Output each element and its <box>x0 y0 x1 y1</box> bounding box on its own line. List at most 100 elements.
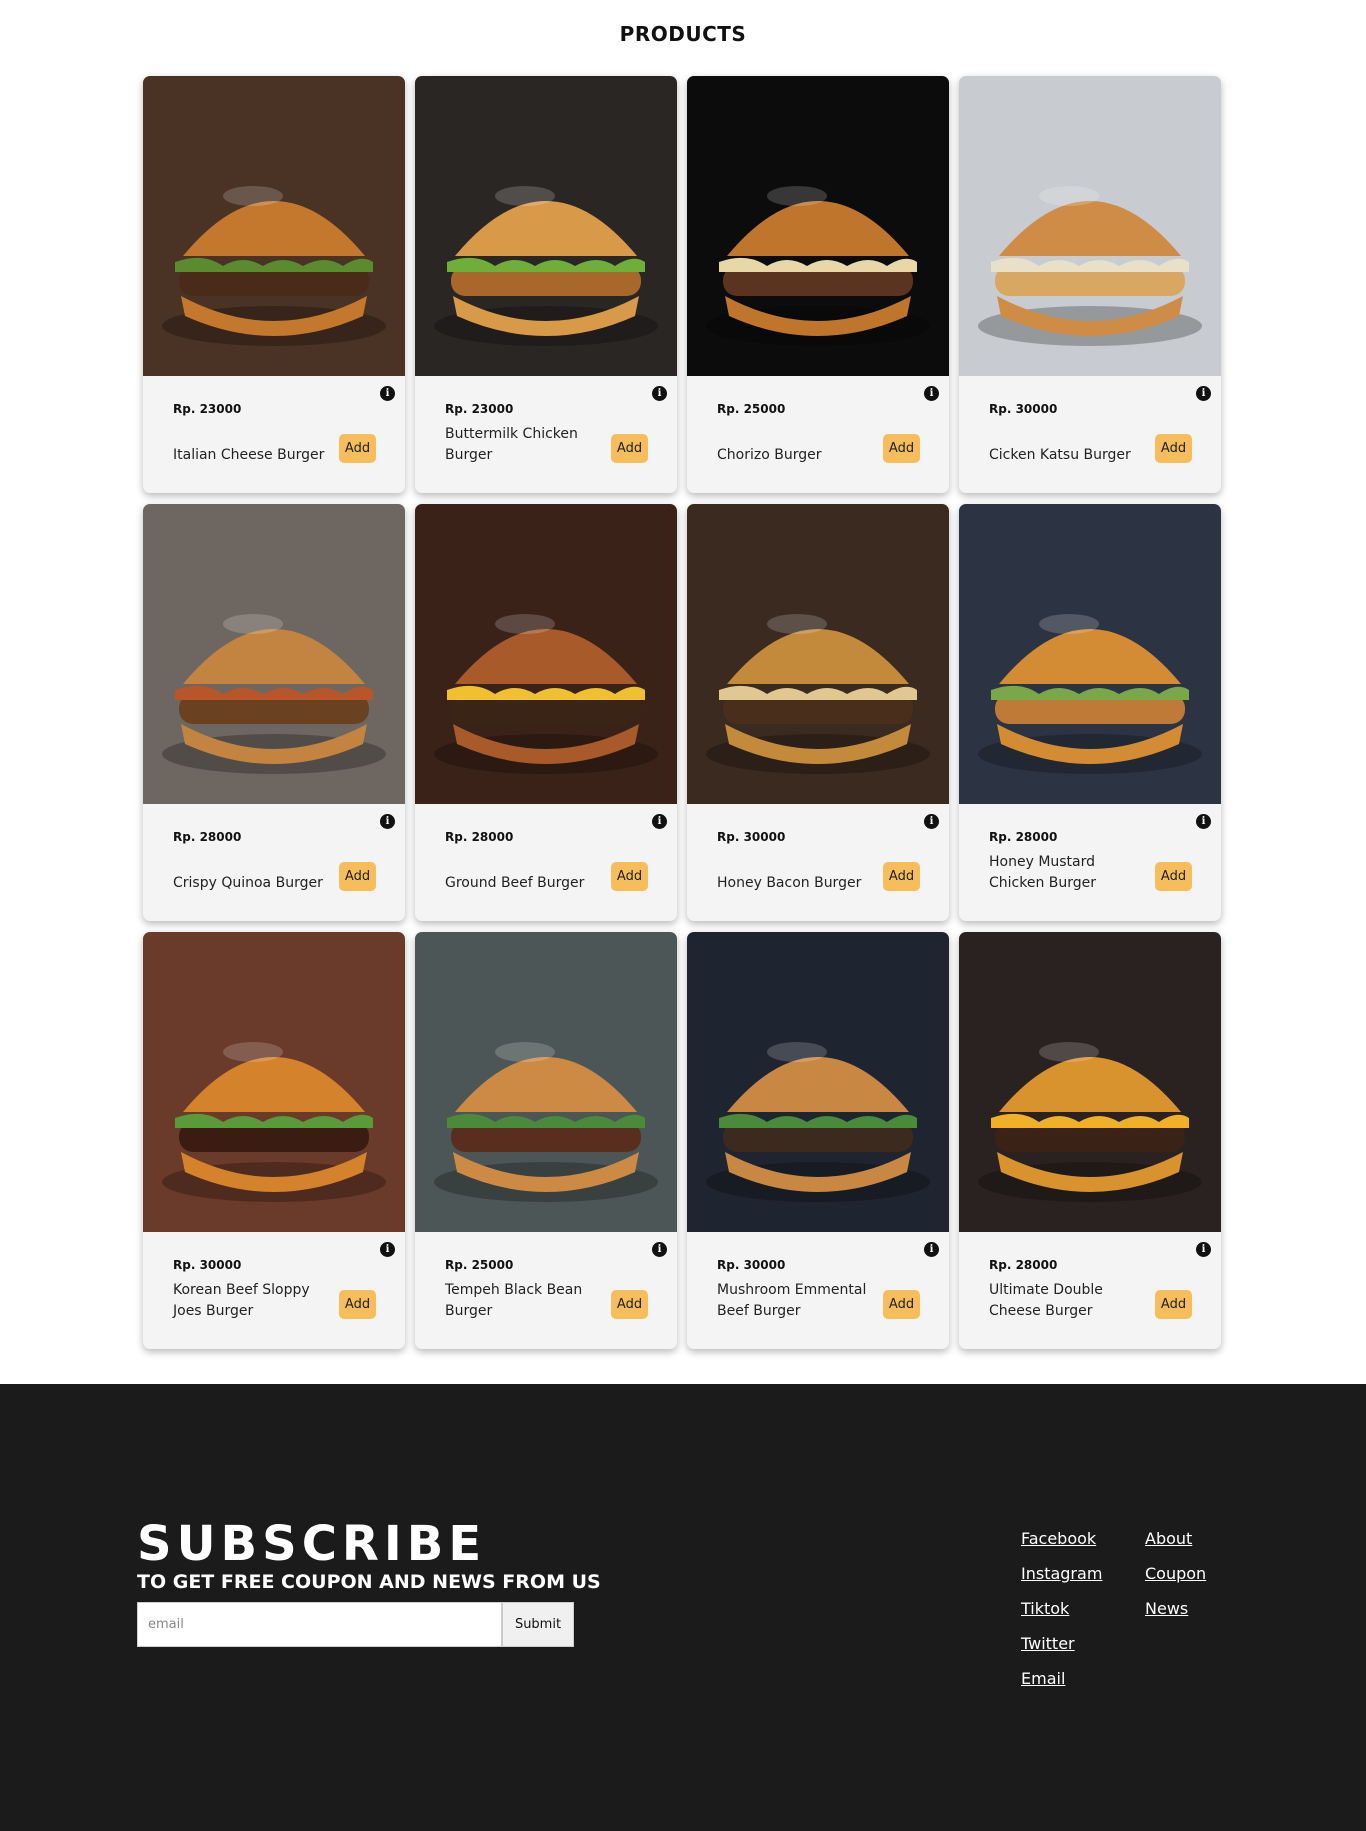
product-card: i Rp. 30000 Honey Bacon Burger Add <box>687 504 949 921</box>
product-card: i Rp. 30000 Mushroom Emmental Beef Burge… <box>687 932 949 1349</box>
add-to-cart-button[interactable]: Add <box>883 434 920 463</box>
product-name: Italian Cheese Burger <box>173 447 325 463</box>
product-name: Tempeh Black Bean Burger <box>445 1282 583 1319</box>
product-name: Ground Beef Burger <box>445 875 585 891</box>
add-to-cart-button[interactable]: Add <box>611 862 648 891</box>
subscribe-title: SUBSCRIBE <box>137 1516 487 1572</box>
info-icon[interactable]: i <box>380 386 395 401</box>
burger-image <box>959 932 1221 1232</box>
product-name: Korean Beef Sloppy Joes Burger <box>173 1282 310 1319</box>
footer-link[interactable]: Facebook <box>1021 1528 1102 1550</box>
card-body: Rp. 30000 Mushroom Emmental Beef Burger <box>717 1248 877 1328</box>
info-icon[interactable]: i <box>652 814 667 829</box>
product-card: i Rp. 23000 Buttermilk Chicken Burger Ad… <box>415 76 677 493</box>
burger-image <box>415 76 677 376</box>
card-body: Rp. 30000 Cicken Katsu Burger <box>989 392 1149 472</box>
burger-image <box>415 504 677 804</box>
product-card: i Rp. 28000 Ultimate Double Cheese Burge… <box>959 932 1221 1349</box>
card-body: Rp. 30000 Korean Beef Sloppy Joes Burger <box>173 1248 333 1328</box>
product-card: i Rp. 30000 Cicken Katsu Burger Add <box>959 76 1221 493</box>
subscribe-subtitle: TO GET FREE COUPON AND NEWS FROM US <box>137 1571 601 1593</box>
info-icon[interactable]: i <box>380 1242 395 1257</box>
email-input[interactable] <box>137 1602 502 1647</box>
footer-link[interactable]: Twitter <box>1021 1633 1102 1655</box>
info-icon[interactable]: i <box>924 1242 939 1257</box>
card-body: Rp. 23000 Buttermilk Chicken Burger <box>445 392 605 472</box>
footer-link[interactable]: Tiktok <box>1021 1598 1102 1620</box>
footer-link[interactable]: News <box>1145 1598 1206 1620</box>
add-to-cart-button[interactable]: Add <box>883 862 920 891</box>
product-name: Honey Bacon Burger <box>717 875 862 891</box>
add-to-cart-button[interactable]: Add <box>1155 434 1192 463</box>
info-icon[interactable]: i <box>652 1242 667 1257</box>
footer-link[interactable]: About <box>1145 1528 1206 1550</box>
product-price: Rp. 23000 <box>173 402 242 416</box>
info-icon[interactable]: i <box>380 814 395 829</box>
product-name: Cicken Katsu Burger <box>989 447 1131 463</box>
add-to-cart-button[interactable]: Add <box>339 1290 376 1319</box>
burger-image <box>687 504 949 804</box>
product-card: i Rp. 25000 Chorizo Burger Add <box>687 76 949 493</box>
product-card: i Rp. 23000 Italian Cheese Burger Add <box>143 76 405 493</box>
card-body: Rp. 30000 Honey Bacon Burger <box>717 820 877 900</box>
footer-links-info: About Coupon News <box>1145 1528 1206 1620</box>
info-icon[interactable]: i <box>924 814 939 829</box>
product-name: Ultimate Double Cheese Burger <box>989 1282 1103 1319</box>
info-icon[interactable]: i <box>1196 386 1211 401</box>
info-icon[interactable]: i <box>924 386 939 401</box>
product-price: Rp. 25000 <box>445 1258 514 1272</box>
info-icon[interactable]: i <box>1196 814 1211 829</box>
products-title: PRODUCTS <box>619 22 747 46</box>
product-name: Mushroom Emmental Beef Burger <box>717 1282 867 1319</box>
products-section: PRODUCTS i Rp. 23000 Italian Cheese Burg… <box>0 0 1366 1384</box>
add-to-cart-button[interactable]: Add <box>339 434 376 463</box>
subscribe-form: Submit <box>137 1602 574 1647</box>
product-card: i Rp. 30000 Korean Beef Sloppy Joes Burg… <box>143 932 405 1349</box>
product-card: i Rp. 28000 Honey Mustard Chicken Burger… <box>959 504 1221 921</box>
product-name: Buttermilk Chicken Burger <box>445 426 578 463</box>
footer-link[interactable]: Instagram <box>1021 1563 1102 1585</box>
product-name: Crispy Quinoa Burger <box>173 875 323 891</box>
card-body: Rp. 28000 Crispy Quinoa Burger <box>173 820 333 900</box>
product-card: i Rp. 28000 Ground Beef Burger Add <box>415 504 677 921</box>
product-card: i Rp. 28000 Crispy Quinoa Burger Add <box>143 504 405 921</box>
footer-link[interactable]: Coupon <box>1145 1563 1206 1585</box>
add-to-cart-button[interactable]: Add <box>339 862 376 891</box>
burger-image <box>959 76 1221 376</box>
product-name: Chorizo Burger <box>717 447 822 463</box>
product-price: Rp. 30000 <box>717 830 786 844</box>
add-to-cart-button[interactable]: Add <box>611 1290 648 1319</box>
burger-image <box>143 504 405 804</box>
add-to-cart-button[interactable]: Add <box>883 1290 920 1319</box>
product-price: Rp. 25000 <box>717 402 786 416</box>
info-icon[interactable]: i <box>1196 1242 1211 1257</box>
footer-links-social: Facebook Instagram Tiktok Twitter Email <box>1021 1528 1102 1690</box>
info-icon[interactable]: i <box>652 386 667 401</box>
card-body: Rp. 25000 Tempeh Black Bean Burger <box>445 1248 605 1328</box>
card-body: Rp. 28000 Ultimate Double Cheese Burger <box>989 1248 1149 1328</box>
add-to-cart-button[interactable]: Add <box>1155 862 1192 891</box>
footer-link[interactable]: Email <box>1021 1668 1102 1690</box>
product-grid: i Rp. 23000 Italian Cheese Burger Add i … <box>143 76 1223 1349</box>
product-price: Rp. 23000 <box>445 402 514 416</box>
card-body: Rp. 28000 Ground Beef Burger <box>445 820 605 900</box>
card-body: Rp. 25000 Chorizo Burger <box>717 392 877 472</box>
burger-image <box>687 932 949 1232</box>
product-price: Rp. 30000 <box>989 402 1058 416</box>
product-card: i Rp. 25000 Tempeh Black Bean Burger Add <box>415 932 677 1349</box>
add-to-cart-button[interactable]: Add <box>1155 1290 1192 1319</box>
submit-button[interactable]: Submit <box>502 1602 574 1647</box>
burger-image <box>143 76 405 376</box>
product-price: Rp. 28000 <box>445 830 514 844</box>
product-price: Rp. 30000 <box>717 1258 786 1272</box>
card-body: Rp. 28000 Honey Mustard Chicken Burger <box>989 820 1149 900</box>
footer: SUBSCRIBE TO GET FREE COUPON AND NEWS FR… <box>0 1384 1366 1831</box>
add-to-cart-button[interactable]: Add <box>611 434 648 463</box>
burger-image <box>415 932 677 1232</box>
burger-image <box>143 932 405 1232</box>
product-price: Rp. 28000 <box>173 830 242 844</box>
card-body: Rp. 23000 Italian Cheese Burger <box>173 392 333 472</box>
burger-image <box>687 76 949 376</box>
product-price: Rp. 28000 <box>989 1258 1058 1272</box>
product-name: Honey Mustard Chicken Burger <box>989 854 1097 891</box>
